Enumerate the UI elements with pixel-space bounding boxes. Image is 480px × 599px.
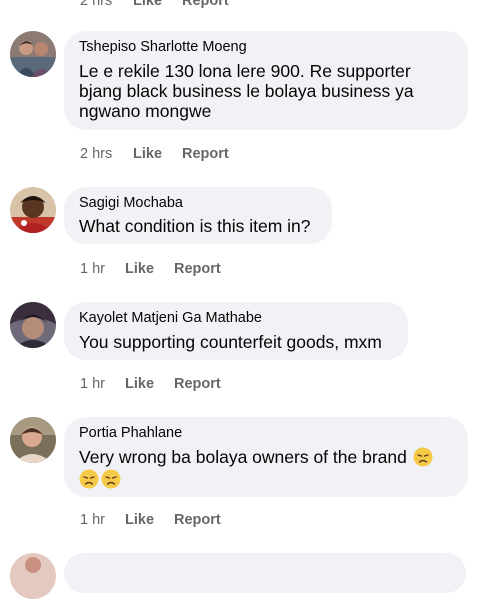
disappointed-face-icon — [413, 447, 433, 467]
like-link[interactable]: Like — [125, 261, 154, 277]
comment-bubble: Kayolet Matjeni Ga Mathabe You supportin… — [64, 302, 408, 360]
comment-text: Very wrong ba bolaya owners of the brand — [79, 446, 459, 490]
report-link[interactable]: Report — [182, 146, 229, 162]
report-link[interactable]: Report — [174, 261, 221, 277]
comment-author[interactable]: Sagigi Mochaba — [79, 195, 183, 211]
comment-text-content: Very wrong ba bolaya owners of the brand — [79, 447, 407, 467]
comment-text-line: ngwano mongwe — [79, 101, 212, 121]
comment-time[interactable]: 1 hr — [80, 261, 105, 277]
report-link[interactable]: Report — [174, 376, 221, 392]
comment-author[interactable]: Kayolet Matjeni Ga Mathabe — [79, 310, 262, 326]
report-link[interactable]: Report — [174, 512, 221, 528]
comment-time[interactable]: 2 hrs — [80, 146, 112, 162]
avatar[interactable] — [10, 187, 56, 233]
comment-text-line: Le e rekile 130 lona lere 900. Re suppor… — [79, 61, 411, 81]
comment-text: You supporting counterfeit goods, mxm — [79, 332, 382, 352]
comment-bubble — [64, 553, 466, 593]
comment-bubble: Sagigi Mochaba What condition is this it… — [64, 187, 332, 244]
like-link[interactable]: Like — [133, 0, 162, 9]
avatar[interactable] — [10, 417, 56, 463]
avatar[interactable] — [10, 553, 56, 599]
comment-author[interactable]: Portia Phahlane — [79, 425, 182, 441]
comment-text: What condition is this item in? — [79, 216, 311, 236]
avatar[interactable] — [10, 31, 56, 77]
comment-author[interactable]: Tshepiso Sharlotte Moeng — [79, 39, 247, 55]
report-link[interactable]: Report — [182, 0, 229, 9]
comment-time[interactable]: 1 hr — [80, 376, 105, 392]
like-link[interactable]: Like — [133, 146, 162, 162]
comment-time[interactable]: 1 hr — [80, 512, 105, 528]
disappointed-face-icon — [101, 469, 121, 489]
comment-text-line: bjang black business le bolaya business … — [79, 81, 414, 101]
disappointed-face-icon — [79, 469, 99, 489]
like-link[interactable]: Like — [125, 512, 154, 528]
avatar[interactable] — [10, 302, 56, 348]
comment-bubble: Portia Phahlane Very wrong ba bolaya own… — [64, 417, 468, 497]
comment-time[interactable]: 2 hrs — [80, 0, 112, 9]
comment-text: Le e rekile 130 lona lere 900. Re suppor… — [79, 61, 459, 121]
like-link[interactable]: Like — [125, 376, 154, 392]
comment-bubble: Tshepiso Sharlotte Moeng Le e rekile 130… — [64, 31, 468, 130]
